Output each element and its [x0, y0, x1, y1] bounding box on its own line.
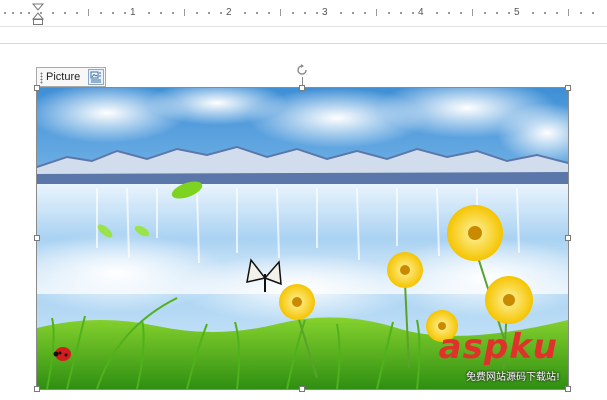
- ruler-dot: [412, 12, 414, 14]
- ruler-dot: [364, 12, 366, 14]
- ruler-dot: [592, 12, 594, 14]
- selected-picture[interactable]: aspku 免费网站源码下载站!: [36, 87, 569, 390]
- watermark-logo: aspku: [438, 327, 558, 367]
- resize-handle-top[interactable]: [299, 85, 305, 91]
- ruler-dot: [436, 12, 438, 14]
- resize-handle-bottom[interactable]: [299, 386, 305, 392]
- ruler-dot: [244, 12, 246, 14]
- ruler-tick: [472, 9, 473, 16]
- drag-grip-icon[interactable]: [40, 72, 43, 84]
- ruler-dot: [340, 12, 342, 14]
- ruler-dot: [220, 12, 222, 14]
- ruler-number: 3: [322, 7, 328, 18]
- ruler-dot: [160, 12, 162, 14]
- ruler-dot: [556, 12, 558, 14]
- ruler-dot: [76, 12, 78, 14]
- resize-handle-left[interactable]: [34, 235, 40, 241]
- ruler-dot: [304, 12, 306, 14]
- ruler-dot: [256, 12, 258, 14]
- ruler-dot: [460, 12, 462, 14]
- ruler-dot: [496, 12, 498, 14]
- indent-marker-icon[interactable]: [31, 3, 45, 25]
- page-top-edge: [0, 43, 607, 44]
- ruler-dot: [64, 12, 66, 14]
- ruler-dot: [52, 12, 54, 14]
- ruler-dot: [532, 12, 534, 14]
- ruler-dot: [580, 12, 582, 14]
- horizontal-ruler[interactable]: 1 2 3 4 5: [0, 0, 607, 27]
- resize-handle-right[interactable]: [565, 235, 571, 241]
- layout-options-icon[interactable]: [88, 69, 104, 85]
- ruler-dot: [40, 12, 42, 14]
- ruler-dot: [268, 12, 270, 14]
- resize-handle-top-left[interactable]: [34, 85, 40, 91]
- picture-tab-label: Picture: [46, 71, 81, 83]
- ruler-dot: [12, 12, 14, 14]
- resize-handle-bottom-right[interactable]: [565, 386, 571, 392]
- rotate-handle-icon[interactable]: [295, 63, 309, 77]
- ruler-number: 5: [514, 7, 520, 18]
- ruler-dot: [388, 12, 390, 14]
- ruler-dot: [292, 12, 294, 14]
- ruler-dot: [4, 12, 6, 14]
- ruler-tick: [88, 9, 89, 16]
- ruler-dot: [448, 12, 450, 14]
- resize-handle-top-right[interactable]: [565, 85, 571, 91]
- picture-content-control-tab[interactable]: Picture: [36, 67, 106, 87]
- ruler-dot: [544, 12, 546, 14]
- ruler-dot: [112, 12, 114, 14]
- ruler-dot: [508, 12, 510, 14]
- ruler-dot: [400, 12, 402, 14]
- ruler-dot: [124, 12, 126, 14]
- ruler-tick: [280, 9, 281, 16]
- ruler-tick: [376, 9, 377, 16]
- watermark-subtitle: 免费网站源码下载站!: [465, 372, 560, 383]
- ruler-dot: [28, 12, 30, 14]
- ruler-number: 2: [226, 7, 232, 18]
- ruler-dot: [20, 12, 22, 14]
- ruler-number: 1: [130, 7, 136, 18]
- ruler-dot: [172, 12, 174, 14]
- ruler-dot: [316, 12, 318, 14]
- ruler-dot: [484, 12, 486, 14]
- ruler-tick: [184, 9, 185, 16]
- ruler-dot: [352, 12, 354, 14]
- ruler-number: 4: [418, 7, 424, 18]
- ruler-dot: [208, 12, 210, 14]
- ruler-dot: [100, 12, 102, 14]
- ruler-tick: [568, 9, 569, 16]
- resize-handle-bottom-left[interactable]: [34, 386, 40, 392]
- ruler-dot: [148, 12, 150, 14]
- ruler-dot: [196, 12, 198, 14]
